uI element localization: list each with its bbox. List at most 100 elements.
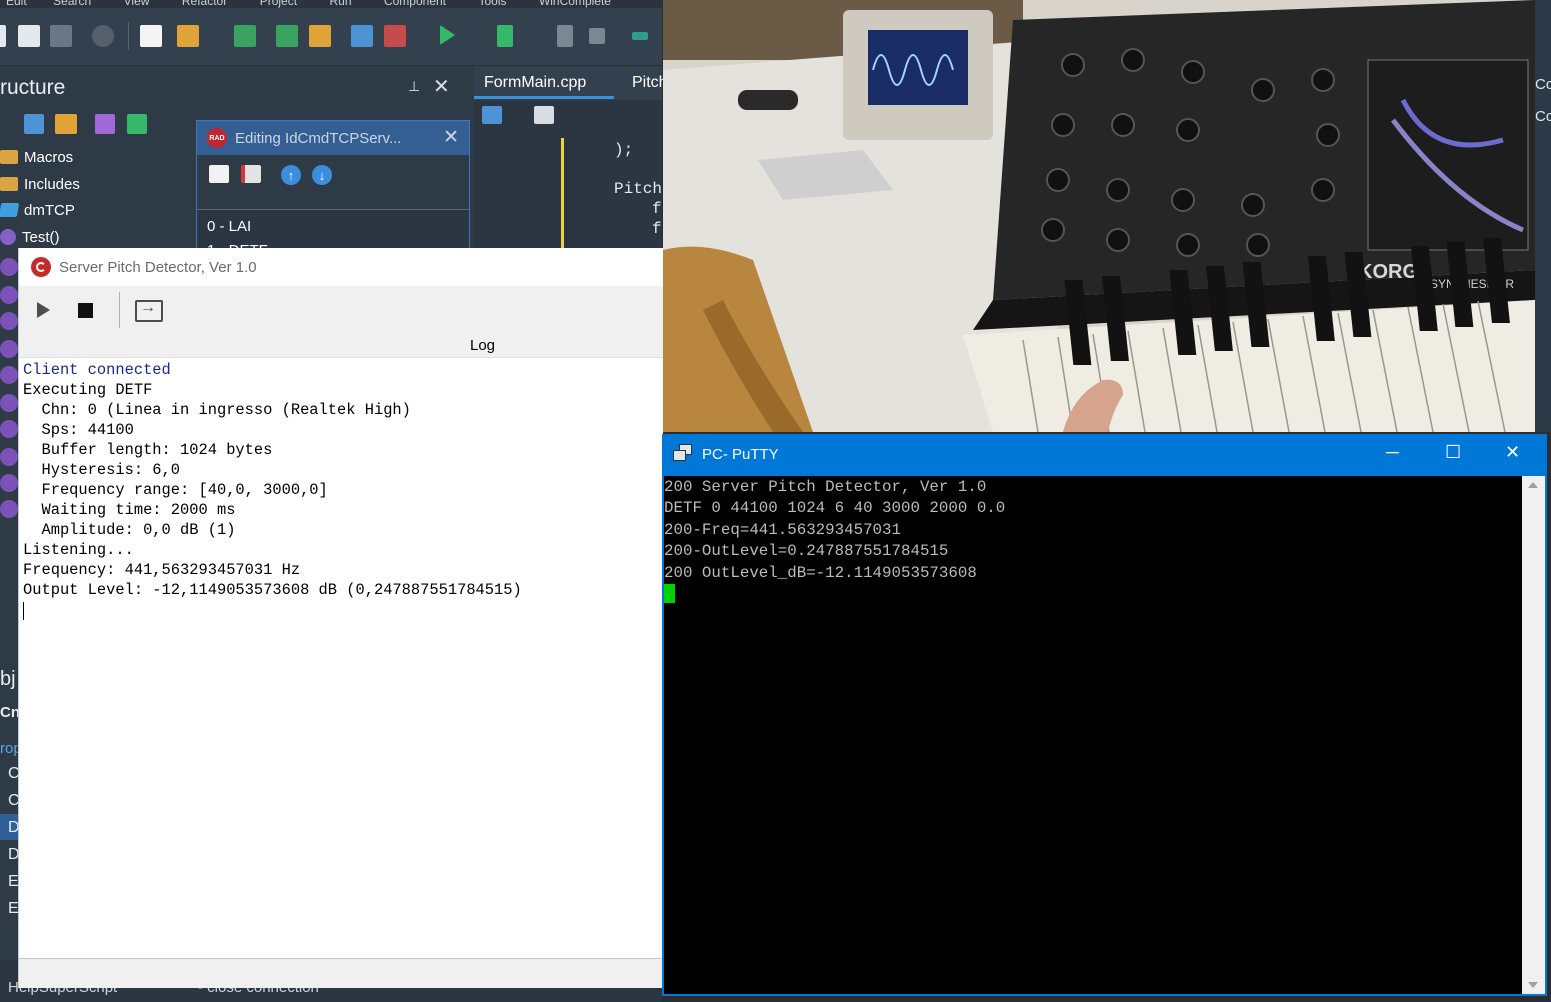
app-icon [31, 257, 51, 277]
menu-project[interactable]: Project [260, 0, 297, 8]
layout-icon[interactable] [50, 25, 72, 47]
stop-icon[interactable] [589, 28, 605, 44]
layout-toggle-icon[interactable] [482, 106, 502, 124]
window-icon[interactable] [0, 25, 6, 47]
log-line: Hysteresis: 6,0 [23, 461, 181, 479]
menu-wincomplete[interactable]: WinComplete [539, 0, 611, 8]
collection-editor-window: RAD Editing IdCmdTCPServ... ✕ ↑ ↓ 0 - LA… [196, 120, 470, 259]
tree-item-dmtcp[interactable]: dmTCP [0, 197, 75, 223]
putty-window: PC- PuTTY ─ ☐ ✕ 200 Server Pitch Detecto… [662, 434, 1547, 996]
rad-studio-icon: RAD [207, 128, 227, 148]
tab-formmain-cpp[interactable]: FormMain.cpp [484, 74, 586, 92]
structure-panel-title: ructure [0, 76, 66, 99]
copy-icon[interactable] [18, 25, 40, 47]
collection-editor-titlebar[interactable]: RAD Editing IdCmdTCPServ... ✕ [197, 121, 469, 155]
log-line: Frequency: 441,563293457031 Hz [23, 561, 301, 579]
spd-titlebar[interactable]: Server Pitch Detector, Ver 1.0 [19, 248, 663, 286]
run-icon[interactable] [440, 25, 455, 45]
putty-scrollbar[interactable] [1522, 476, 1545, 994]
modified-lines-marker [561, 138, 564, 248]
log-line: Executing DETF [23, 381, 153, 399]
remove-from-project-icon[interactable] [384, 25, 406, 47]
putty-window-title: PC- PuTTY [702, 445, 779, 463]
tree-item-label: Test() [22, 228, 60, 246]
sort-icon[interactable] [24, 114, 44, 134]
code-line: Pitch [614, 180, 663, 198]
tree-item-label: Macros [24, 148, 74, 166]
collection-editor-toolbar [197, 157, 469, 207]
exit-icon[interactable] [135, 299, 163, 322]
log-line: Buffer length: 1024 bytes [23, 441, 273, 459]
server-pitch-detector-window: Server Pitch Detector, Ver 1.0 Log Clien… [18, 248, 663, 988]
log-header: Log [19, 334, 663, 358]
filter-icon[interactable] [95, 114, 115, 134]
stop-icon[interactable] [78, 303, 93, 318]
menu-component[interactable]: Component [384, 0, 446, 8]
run-without-debug-icon[interactable] [497, 25, 513, 47]
refresh-icon[interactable] [55, 114, 77, 134]
menu-run[interactable]: Run [330, 0, 352, 8]
structure-members-column [0, 256, 20, 518]
tree-item-test[interactable]: Test() [0, 224, 60, 250]
minimize-icon[interactable]: ─ [1386, 442, 1399, 463]
log-memo[interactable]: Client connected Executing DETF Chn: 0 (… [19, 358, 663, 958]
method-icon [0, 500, 18, 518]
save-all-icon[interactable] [276, 25, 298, 47]
right-panel-fragment: Co [1535, 76, 1551, 93]
play-icon[interactable] [37, 302, 50, 318]
chart-icon[interactable] [127, 114, 147, 134]
save-icon[interactable] [234, 25, 256, 47]
spd-status-area [19, 958, 663, 988]
method-icon [0, 394, 18, 412]
delete-item-icon[interactable] [241, 165, 261, 183]
open-folder-icon[interactable] [177, 25, 199, 47]
object-inspector-title: bj [0, 668, 16, 690]
pin-icon[interactable]: ⊥ [408, 78, 420, 95]
maximize-icon[interactable]: ☐ [1445, 442, 1461, 463]
namespace-icon [0, 203, 20, 217]
step-icon[interactable] [632, 32, 648, 40]
menu-edit[interactable]: Edit [6, 0, 27, 8]
log-line: Frequency range: [40,0, 3000,0] [23, 481, 328, 499]
close-icon[interactable]: ✕ [1505, 442, 1520, 463]
menu-refactor[interactable]: Refactor [182, 0, 227, 8]
log-label: Log [470, 337, 496, 354]
terminal-line: 200 Server Pitch Detector, Ver 1.0 [664, 478, 987, 496]
method-icon [0, 258, 18, 276]
log-line: Amplitude: 0,0 dB (1) [23, 521, 236, 539]
ide-right-edge: Co Cor [1535, 0, 1551, 432]
collection-editor-title: Editing IdCmdTCPServ... [235, 129, 402, 147]
function-icon [0, 229, 16, 245]
scroll-up-icon[interactable] [1528, 482, 1538, 488]
putty-terminal[interactable]: 200 Server Pitch Detector, Ver 1.0 DETF … [664, 476, 1522, 994]
close-icon[interactable]: ✕ [443, 126, 459, 149]
text-caret [23, 602, 24, 620]
object-inspector-combo[interactable]: Cn [0, 704, 20, 721]
terminal-line: DETF 0 44100 1024 6 40 3000 2000 0.0 [664, 499, 1006, 517]
method-icon [0, 420, 18, 438]
add-to-project-icon[interactable] [351, 25, 373, 47]
add-item-icon[interactable] [209, 165, 229, 183]
scroll-down-icon[interactable] [1528, 982, 1538, 988]
menu-tools[interactable]: Tools [478, 0, 506, 8]
menu-search[interactable]: Search [53, 0, 91, 8]
menu-view[interactable]: View [124, 0, 150, 8]
list-item[interactable]: 0 - LAI [207, 218, 251, 235]
method-icon [0, 366, 18, 384]
print-icon[interactable] [534, 106, 554, 124]
tree-item-macros[interactable]: Macros [0, 144, 73, 170]
close-structure-icon[interactable]: ✕ [433, 74, 450, 99]
new-file-icon[interactable] [140, 25, 162, 47]
code-line: f [652, 200, 662, 218]
terminal-line: 200-Freq=441.563293457031 [664, 521, 901, 539]
pause-icon[interactable] [557, 25, 573, 47]
editor-tabs: FormMain.cpp Pitch [474, 66, 668, 100]
move-down-icon[interactable]: ↓ [312, 165, 332, 185]
right-panel-fragment: Cor [1535, 108, 1551, 125]
globe-icon[interactable] [92, 25, 114, 47]
open-project-icon[interactable] [309, 25, 331, 47]
move-up-icon[interactable]: ↑ [281, 165, 301, 185]
tree-item-label: Includes [24, 175, 80, 193]
tree-item-includes[interactable]: Includes [0, 171, 80, 197]
putty-titlebar[interactable]: PC- PuTTY ─ ☐ ✕ [662, 434, 1547, 474]
